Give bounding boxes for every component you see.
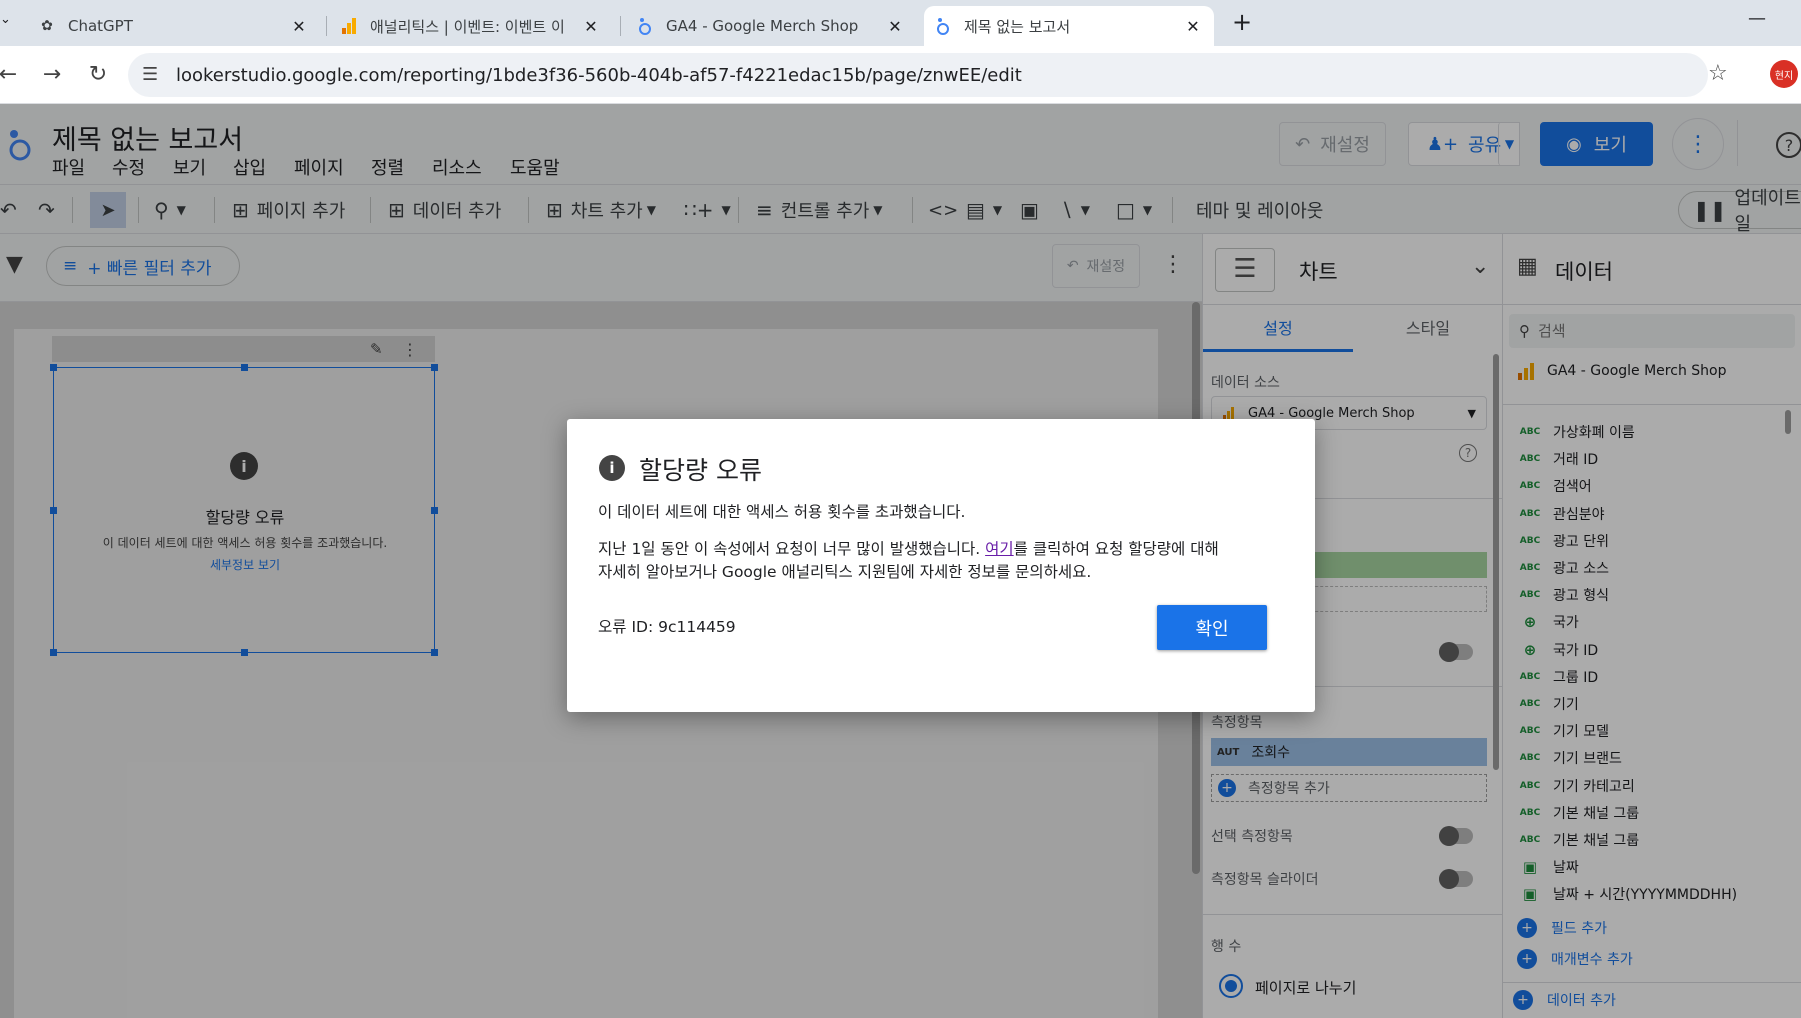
dialog-detail-text: 지난 1일 동안 이 속성에서 요청이 너무 많이 발생했습니다.	[598, 540, 986, 558]
looker-icon	[934, 17, 952, 35]
close-icon[interactable]: ✕	[288, 15, 310, 37]
dialog-title: 할당량 오류	[639, 456, 762, 485]
url-text: lookerstudio.google.com/reporting/1bde3f…	[176, 64, 1022, 86]
address-bar[interactable]: ☰ lookerstudio.google.com/reporting/1bde…	[128, 53, 1728, 97]
dialog-message: 이 데이터 세트에 대한 액세스 허용 횟수를 초과했습니다.	[598, 503, 966, 521]
tab-untitled-report[interactable]: 제목 없는 보고서 ✕	[924, 6, 1214, 46]
chatgpt-icon: ✿	[41, 18, 53, 34]
tab-title: GA4 - Google Merch Shop	[666, 17, 859, 35]
minimize-button[interactable]: —	[1748, 8, 1770, 30]
new-tab-button[interactable]: +	[1228, 8, 1256, 36]
reload-icon[interactable]: ↻	[82, 58, 114, 90]
profile-avatar[interactable]: 현지	[1770, 60, 1798, 88]
quota-help-link[interactable]: 여기	[985, 540, 1014, 558]
forward-arrow-icon[interactable]: →	[36, 58, 68, 90]
tab-title: 애널리틱스 | 이벤트: 이벤트 이	[370, 17, 565, 36]
tab-title: 제목 없는 보고서	[964, 17, 1071, 36]
browser-tab-bar: ⌄ ✿ ChatGPT ✕ 애널리틱스 | 이벤트: 이벤트 이 ✕ GA4 -…	[0, 0, 1801, 46]
browser-toolbar: ← → ↻ ☰ lookerstudio.google.com/reportin…	[0, 46, 1801, 104]
tab-title: ChatGPT	[68, 17, 133, 35]
back-arrow-icon[interactable]: ←	[0, 58, 24, 90]
bookmark-star-icon[interactable]: ☆	[1708, 61, 1728, 86]
info-icon: i	[599, 455, 625, 481]
looker-icon	[636, 17, 654, 35]
tab-list-chevron-icon[interactable]: ⌄	[0, 12, 14, 32]
dialog-detail: 지난 1일 동안 이 속성에서 요청이 너무 많이 발생했습니다. 여기를 클릭…	[598, 538, 1298, 584]
close-icon[interactable]: ✕	[884, 15, 906, 37]
tab-ga4-merch-shop[interactable]: GA4 - Google Merch Shop ✕	[626, 6, 916, 46]
ok-button[interactable]: 확인	[1157, 605, 1267, 650]
dialog-detail-text: 자세히 알아보거나 Google 애널리틱스 지원팀에 자세한 정보를 문의하세…	[598, 563, 1092, 581]
tab-chatgpt[interactable]: ✿ ChatGPT ✕	[28, 6, 320, 46]
site-settings-icon[interactable]: ☰	[142, 64, 158, 85]
dialog-detail-text: 를 클릭하여 요청 할당량에 대해	[1013, 540, 1219, 558]
error-id: 오류 ID: 9c114459	[598, 618, 736, 636]
close-icon[interactable]: ✕	[1182, 15, 1204, 37]
tab-analytics[interactable]: 애널리틱스 | 이벤트: 이벤트 이 ✕	[330, 6, 612, 46]
close-icon[interactable]: ✕	[580, 15, 602, 37]
quota-error-dialog: i 할당량 오류 이 데이터 세트에 대한 액세스 허용 횟수를 초과했습니다.…	[567, 419, 1315, 712]
analytics-icon	[340, 17, 358, 35]
